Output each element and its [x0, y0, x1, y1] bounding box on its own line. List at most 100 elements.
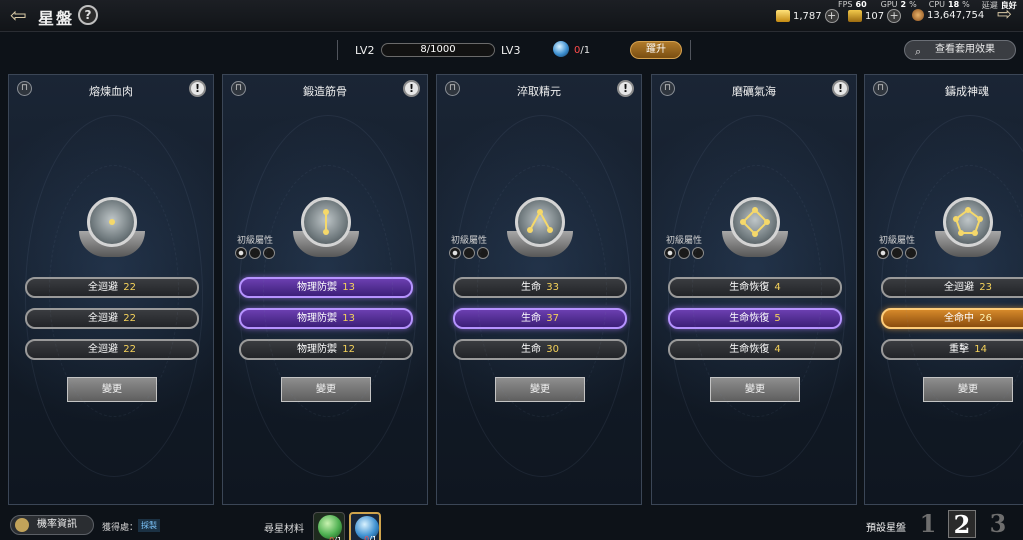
stat-option[interactable]: 全迴避 22 — [25, 308, 199, 329]
constellation-icon — [943, 197, 993, 247]
stat-option[interactable]: 生命 37 — [453, 308, 627, 329]
stat-option[interactable]: 生命恢復 4 — [668, 339, 842, 360]
stat-option[interactable]: 生命恢復 5 — [668, 308, 842, 329]
star-orb — [720, 193, 790, 263]
star-card: ⊓ 磨礪氣海! 初級屬性 生命恢復 4 生命恢復 5 生命恢復 4 變更 — [651, 74, 857, 505]
preset-1-button[interactable]: 1 — [914, 510, 942, 538]
upgrade-button[interactable]: 躍升 — [630, 41, 682, 59]
star-gem-icon — [553, 41, 569, 57]
material-label: 尋星材料 — [264, 524, 304, 535]
page-title: 星盤 — [38, 9, 75, 28]
cpu-unit: % — [962, 0, 970, 9]
stat-name: 生命恢復 — [729, 313, 770, 324]
attribute-label: 初級屬性 — [451, 236, 488, 246]
exclamation-icon[interactable]: ! — [189, 80, 206, 97]
top-bar: ⇦ 星盤 ? 1,787 + 107 + 13,647,754 FPS 60 G… — [0, 0, 1023, 32]
level-dot — [249, 247, 261, 259]
ticket-amount: 107 — [865, 10, 885, 22]
level-dot — [678, 247, 690, 259]
stat-name: 物理防禦 — [297, 282, 338, 293]
stat-value: 13 — [342, 313, 355, 324]
gem-need: /1 — [580, 45, 591, 56]
dice-icon — [15, 518, 29, 532]
back-arrow-icon[interactable]: ⇦ — [10, 5, 32, 27]
card-title: 淬取精元 — [517, 85, 561, 98]
stat-option[interactable]: 生命 33 — [453, 277, 627, 298]
exclamation-icon[interactable]: ! — [832, 80, 849, 97]
gold-ingot-currency: 1,787 + — [776, 9, 839, 23]
add-ticket-button[interactable]: + — [887, 9, 902, 23]
exclamation-icon[interactable]: ! — [403, 80, 420, 97]
add-gold-ingot-button[interactable]: + — [824, 9, 839, 23]
material-slot-green[interactable]: 0/1 — [313, 512, 345, 540]
orb-pedestal — [507, 231, 573, 257]
stat-option[interactable]: 物理防禦 12 — [239, 339, 413, 360]
stat-value: 4 — [774, 344, 781, 355]
probability-info-button[interactable]: 機率資訊 — [10, 515, 94, 535]
attribute-label: 初級屬性 — [666, 236, 703, 246]
divider — [337, 40, 338, 60]
stat-option[interactable]: 全迴避 23 — [881, 277, 1023, 298]
gpu-unit: % — [909, 0, 917, 9]
source-label: 獲得處： — [102, 523, 139, 533]
exclamation-icon[interactable]: ! — [617, 80, 634, 97]
stat-value: 22 — [123, 344, 136, 355]
question-icon[interactable]: ? — [78, 5, 98, 25]
next-level: LV3 — [501, 44, 521, 57]
level-dot — [235, 247, 247, 259]
source-value[interactable]: 採製 — [138, 519, 160, 532]
star-card: ⊓ 淬取精元! 初級屬性 生命 33 生命 37 生命 30 變更 — [436, 74, 642, 505]
card-title: 熔煉血肉 — [89, 85, 133, 98]
star-orb — [291, 193, 361, 263]
stat-option[interactable]: 生命恢復 4 — [668, 277, 842, 298]
stat-value: 30 — [546, 344, 559, 355]
stat-option[interactable]: 物理防禦 13 — [239, 277, 413, 298]
constellation-icon — [515, 197, 565, 247]
change-button[interactable]: 變更 — [67, 377, 157, 402]
stat-name: 全迴避 — [88, 282, 119, 293]
change-button[interactable]: 變更 — [495, 377, 585, 402]
attribute-level-dots — [877, 247, 917, 259]
gold-ingot-icon — [776, 10, 790, 22]
view-effects-label: 查看套用效果 — [935, 44, 995, 55]
cpu-label: CPU — [928, 0, 945, 9]
star-card: ⊓ 鍛造筋骨! 初級屬性 物理防禦 13 物理防禦 13 物理防禦 12 變更 — [222, 74, 428, 505]
orb-pedestal — [293, 231, 359, 257]
change-button[interactable]: 變更 — [281, 377, 371, 402]
stat-option[interactable]: 全迴避 22 — [25, 339, 199, 360]
star-orb — [933, 193, 1003, 263]
view-effects-button[interactable]: ⌕ 查看套用效果 — [904, 40, 1016, 60]
star-orb — [505, 193, 575, 263]
ping-label: 延遲 — [981, 1, 998, 10]
card-header: ⊓ 鍛造筋骨! — [223, 75, 427, 103]
level-dot — [891, 247, 903, 259]
level-dot — [877, 247, 889, 259]
stat-name: 重擊 — [949, 344, 970, 355]
preset-2-button[interactable]: 2 — [948, 510, 976, 539]
ticket-icon — [848, 10, 862, 22]
stat-option[interactable]: 物理防禦 13 — [239, 308, 413, 329]
preset-label: 預設星盤 — [866, 523, 906, 534]
stat-option[interactable]: 重擊 14 — [881, 339, 1023, 360]
stat-value: 23 — [979, 282, 992, 293]
material-slot-blue[interactable]: 0/1 — [349, 512, 381, 540]
level-dot — [905, 247, 917, 259]
stat-option[interactable]: 全迴避 22 — [25, 277, 199, 298]
card-header: ⊓ 磨礪氣海! — [652, 75, 856, 103]
stat-option[interactable]: 全命中 26 — [881, 308, 1023, 329]
coin-amount: 13,647,754 — [927, 9, 985, 21]
orb-pedestal — [722, 231, 788, 257]
stat-value: 26 — [979, 313, 992, 324]
stat-name: 生命恢復 — [729, 282, 770, 293]
change-button[interactable]: 變更 — [923, 377, 1013, 402]
preset-3-button[interactable]: 3 — [984, 510, 1012, 538]
stat-name: 生命恢復 — [729, 344, 770, 355]
gpu-label: GPU — [880, 0, 898, 9]
level-dot — [263, 247, 275, 259]
change-button[interactable]: 變更 — [710, 377, 800, 402]
card-header: ⊓鑄成神魂! — [865, 75, 1023, 103]
attribute-label: 初級屬性 — [879, 236, 916, 246]
exit-icon[interactable]: ⇨ — [997, 6, 1017, 26]
stat-option[interactable]: 生命 30 — [453, 339, 627, 360]
stat-name: 全命中 — [944, 313, 975, 324]
